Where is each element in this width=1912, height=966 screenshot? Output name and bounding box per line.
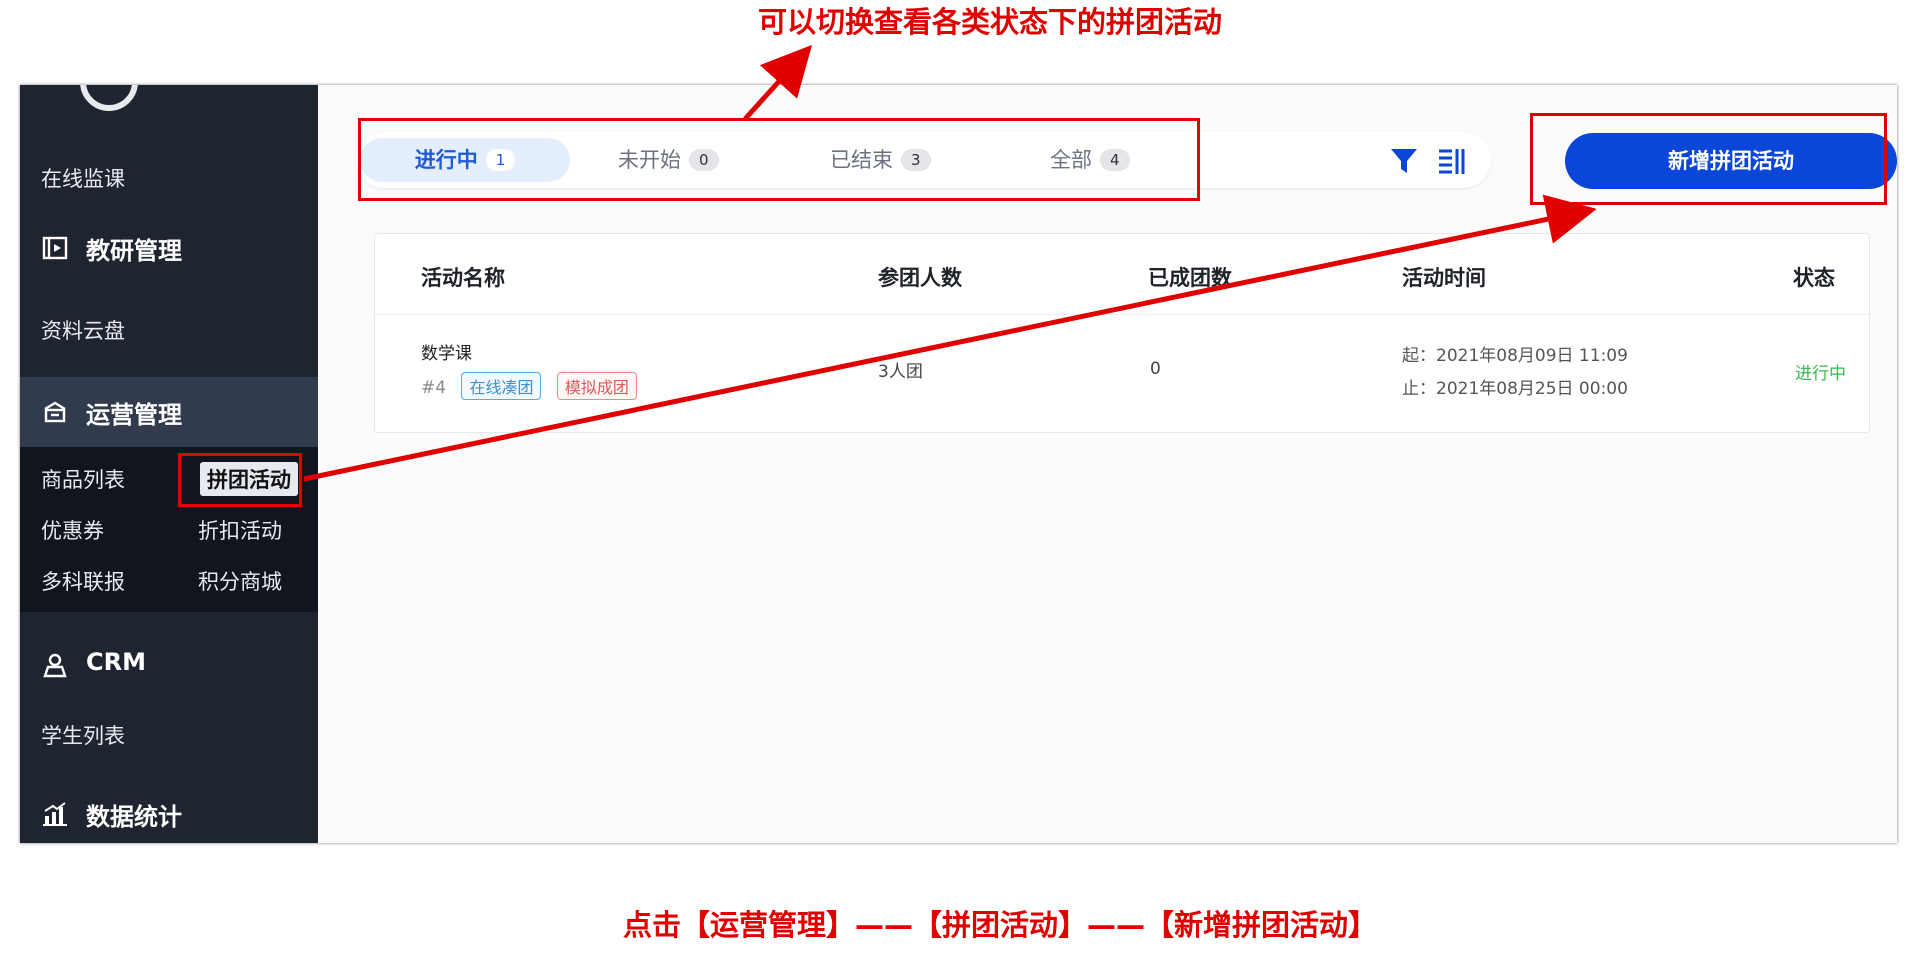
sidebar-section-label: 数据统计 [86, 803, 182, 831]
submenu-item-multi-subject[interactable]: 多科联报 [41, 566, 125, 596]
sidebar-item-student-list[interactable]: 学生列表 [41, 720, 125, 750]
table-header: 活动名称 参团人数 已成团数 活动时间 状态 [375, 234, 1869, 315]
user-icon [43, 653, 67, 678]
annotation-add-button-box [1530, 113, 1887, 205]
annotation-group-buy-box [178, 453, 302, 507]
tag-simulated-group: 模拟成团 [556, 372, 637, 400]
sidebar-section-label: 教研管理 [86, 237, 182, 265]
shop-icon [44, 401, 66, 423]
end-time: 止：2021年08月25日 00:00 [1402, 379, 1628, 399]
sidebar-section-crm[interactable]: CRM [20, 630, 318, 700]
sidebar-item-cloud-disk[interactable]: 资料云盘 [41, 315, 125, 345]
video-square-icon [42, 236, 68, 260]
column-settings-icon[interactable] [1436, 146, 1466, 176]
activity-name[interactable]: 数学课 [421, 339, 472, 364]
sidebar-section-label: CRM [86, 648, 146, 676]
logo-text: uolcoin [150, 85, 296, 93]
sidebar-section-statistics[interactable]: 数据统计 [20, 779, 318, 843]
activity-meta: #4 在线凑团 模拟成团 [421, 372, 637, 400]
group-buy-table: 活动名称 参团人数 已成团数 活动时间 状态 数学课 #4 在线凑团 模拟成团 … [374, 233, 1870, 433]
logo-mark-icon [80, 85, 138, 111]
sidebar-section-operations[interactable]: 运营管理 [20, 377, 318, 447]
column-header-time: 活动时间 [1402, 266, 1486, 290]
column-header-participants: 参团人数 [878, 266, 962, 290]
sidebar-section-research[interactable]: 教研管理 [20, 213, 318, 283]
formed-count: 0 [1150, 359, 1161, 379]
status-badge: 进行中 [1795, 364, 1846, 384]
submenu-item-product-list[interactable]: 商品列表 [41, 464, 125, 494]
annotation-bottom-caption: 点击【运营管理】——【拼团活动】——【新增拼团活动】 [622, 908, 1377, 942]
activity-id: #4 [421, 378, 447, 398]
start-time: 起：2021年08月09日 11:09 [1402, 346, 1628, 366]
submenu-item-points-mall[interactable]: 积分商城 [198, 566, 282, 596]
column-header-status: 状态 [1793, 266, 1835, 290]
table-row[interactable]: 数学课 #4 在线凑团 模拟成团 3人团 0 起：2021年08月09日 11:… [375, 315, 1869, 431]
sidebar-section-label: 运营管理 [86, 401, 182, 429]
filter-icon[interactable] [1389, 146, 1419, 176]
bar-chart-icon [43, 802, 67, 826]
logo: uolcoin [60, 85, 300, 113]
tag-online-group: 在线凑团 [461, 372, 542, 400]
sidebar-item-online-class[interactable]: 在线监课 [41, 163, 125, 193]
group-size: 3人团 [878, 362, 923, 382]
annotation-top-caption: 可以切换查看各类状态下的拼团活动 [757, 5, 1222, 39]
column-header-formed: 已成团数 [1148, 266, 1232, 290]
submenu-item-coupons[interactable]: 优惠券 [41, 515, 104, 545]
column-header-name: 活动名称 [421, 266, 505, 290]
submenu-item-discount[interactable]: 折扣活动 [198, 515, 282, 545]
annotation-tabs-box [358, 118, 1200, 201]
